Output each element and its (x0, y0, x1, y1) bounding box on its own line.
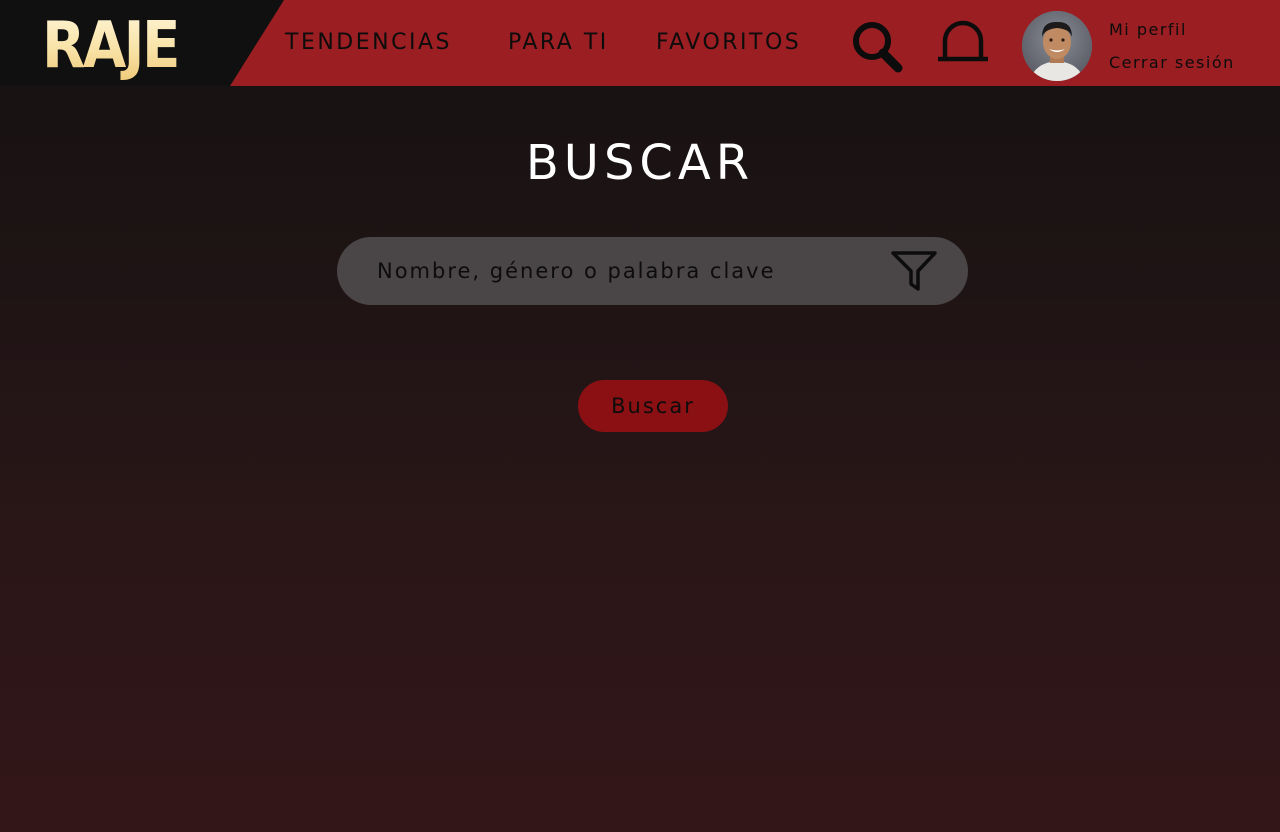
page-title: BUSCAR (525, 135, 755, 191)
nav-item-tendencias[interactable]: TENDENCIAS (285, 30, 452, 55)
bell-icon[interactable] (936, 20, 990, 64)
search-icon[interactable] (850, 20, 904, 74)
nav-item-favoritos[interactable]: FAVORITOS (656, 30, 801, 55)
logo-block: RAJE (0, 0, 284, 86)
top-navigation-bar: RAJE TENDENCIAS PARA TI FAVORITOS Mi per… (0, 0, 1280, 86)
nav-item-para-ti[interactable]: PARA TI (508, 30, 609, 55)
logo[interactable]: RAJE (42, 8, 180, 84)
search-field (337, 237, 968, 305)
filter-icon[interactable] (890, 249, 938, 293)
logout-link[interactable]: Cerrar sesión (1109, 53, 1235, 72)
search-submit-button[interactable]: Buscar (578, 380, 728, 432)
avatar[interactable] (1022, 11, 1092, 81)
search-input[interactable] (377, 237, 877, 305)
profile-link[interactable]: Mi perfil (1109, 20, 1187, 39)
avatar-portrait-icon (1022, 11, 1092, 81)
